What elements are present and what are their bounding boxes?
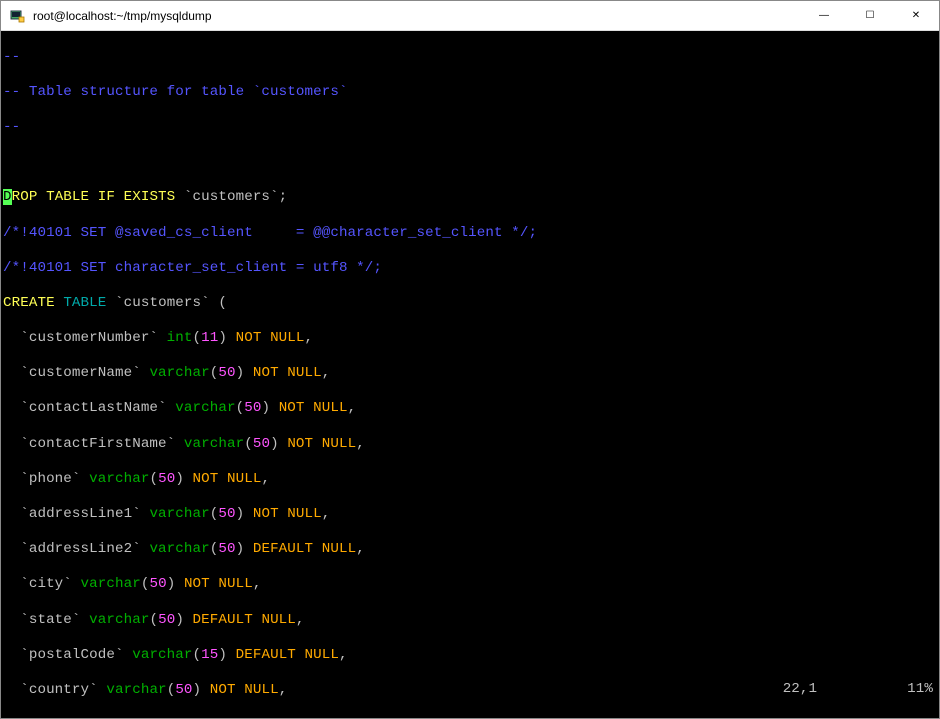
window-controls: — ☐ ✕ xyxy=(801,1,939,30)
minimize-button[interactable]: — xyxy=(801,1,847,30)
sql-ident: `customers` xyxy=(175,189,278,205)
sql-comment: -- xyxy=(3,119,20,135)
scroll-percent: 11% xyxy=(907,681,933,699)
sql-comment: /*!40101 SET character_set_client = utf8… xyxy=(3,260,382,276)
cursor: D xyxy=(3,189,12,205)
sql-keyword: TABLE xyxy=(63,295,106,311)
sql-keyword: ROP TABLE IF EXISTS xyxy=(12,189,176,205)
window-titlebar: root@localhost:~/tmp/mysqldump — ☐ ✕ xyxy=(1,1,939,31)
cursor-position: 22,1 xyxy=(783,681,817,699)
close-button[interactable]: ✕ xyxy=(893,1,939,30)
putty-icon xyxy=(9,8,25,24)
vim-status-bar: 22,1 11% xyxy=(748,663,933,716)
col-name: `customerNumber` xyxy=(3,330,167,346)
col-type: int xyxy=(167,330,193,346)
sql-comment: /*!40101 SET @saved_cs_client = @@charac… xyxy=(3,225,537,241)
window-title: root@localhost:~/tmp/mysqldump xyxy=(31,9,801,23)
terminal-area[interactable]: -- -- Table structure for table `custome… xyxy=(1,31,939,718)
maximize-button[interactable]: ☐ xyxy=(847,1,893,30)
sql-keyword: CREATE xyxy=(3,295,55,311)
sql-comment: -- xyxy=(3,49,20,65)
sql-comment: -- Table structure for table `customers` xyxy=(3,84,348,100)
